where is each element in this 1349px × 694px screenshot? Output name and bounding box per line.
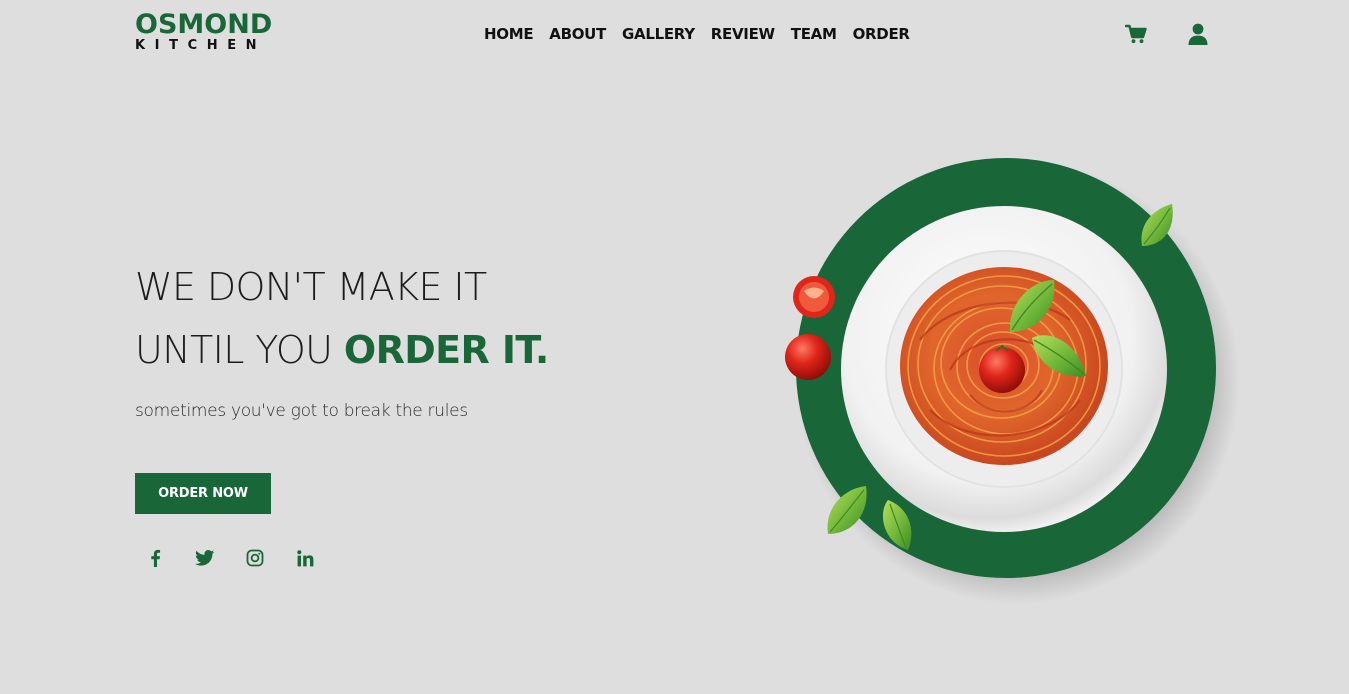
brand-name-bottom: KITCHEN [135,38,267,53]
user-icon[interactable] [1186,22,1210,46]
nav-item-team[interactable]: TEAM [791,22,837,46]
hero-heading-prefix: UNTIL YOU [135,328,333,372]
facebook-icon[interactable] [143,546,167,570]
order-now-button[interactable]: ORDER NOW [135,473,271,514]
pasta-plate-image [770,150,1240,610]
nav-item-home[interactable]: HOME [484,22,534,46]
nav-item-about[interactable]: ABOUT [549,22,606,46]
nav-item-order[interactable]: ORDER [853,22,910,46]
nav-item-review[interactable]: REVIEW [711,22,775,46]
landing-page: OSMOND KITCHEN HOME ABOUT GALLERY REVIEW… [0,0,1349,694]
main-nav: HOME ABOUT GALLERY REVIEW TEAM ORDER [484,22,910,46]
hero-heading-accent: ORDER IT. [343,328,549,372]
cart-icon[interactable] [1124,22,1148,46]
hero-heading-line-1: WE DON'T MAKE IT [135,265,487,309]
hero-heading-line-2: UNTIL YOU ORDER IT. [135,328,549,372]
social-links [143,546,317,570]
linkedin-icon[interactable] [293,546,317,570]
brand-logo[interactable]: OSMOND KITCHEN [135,10,272,53]
twitter-icon[interactable] [193,546,217,570]
nav-item-gallery[interactable]: GALLERY [622,22,695,46]
instagram-icon[interactable] [243,546,267,570]
hero-subtitle: sometimes you've got to break the rules [135,401,468,421]
brand-name-top: OSMOND [135,9,273,40]
